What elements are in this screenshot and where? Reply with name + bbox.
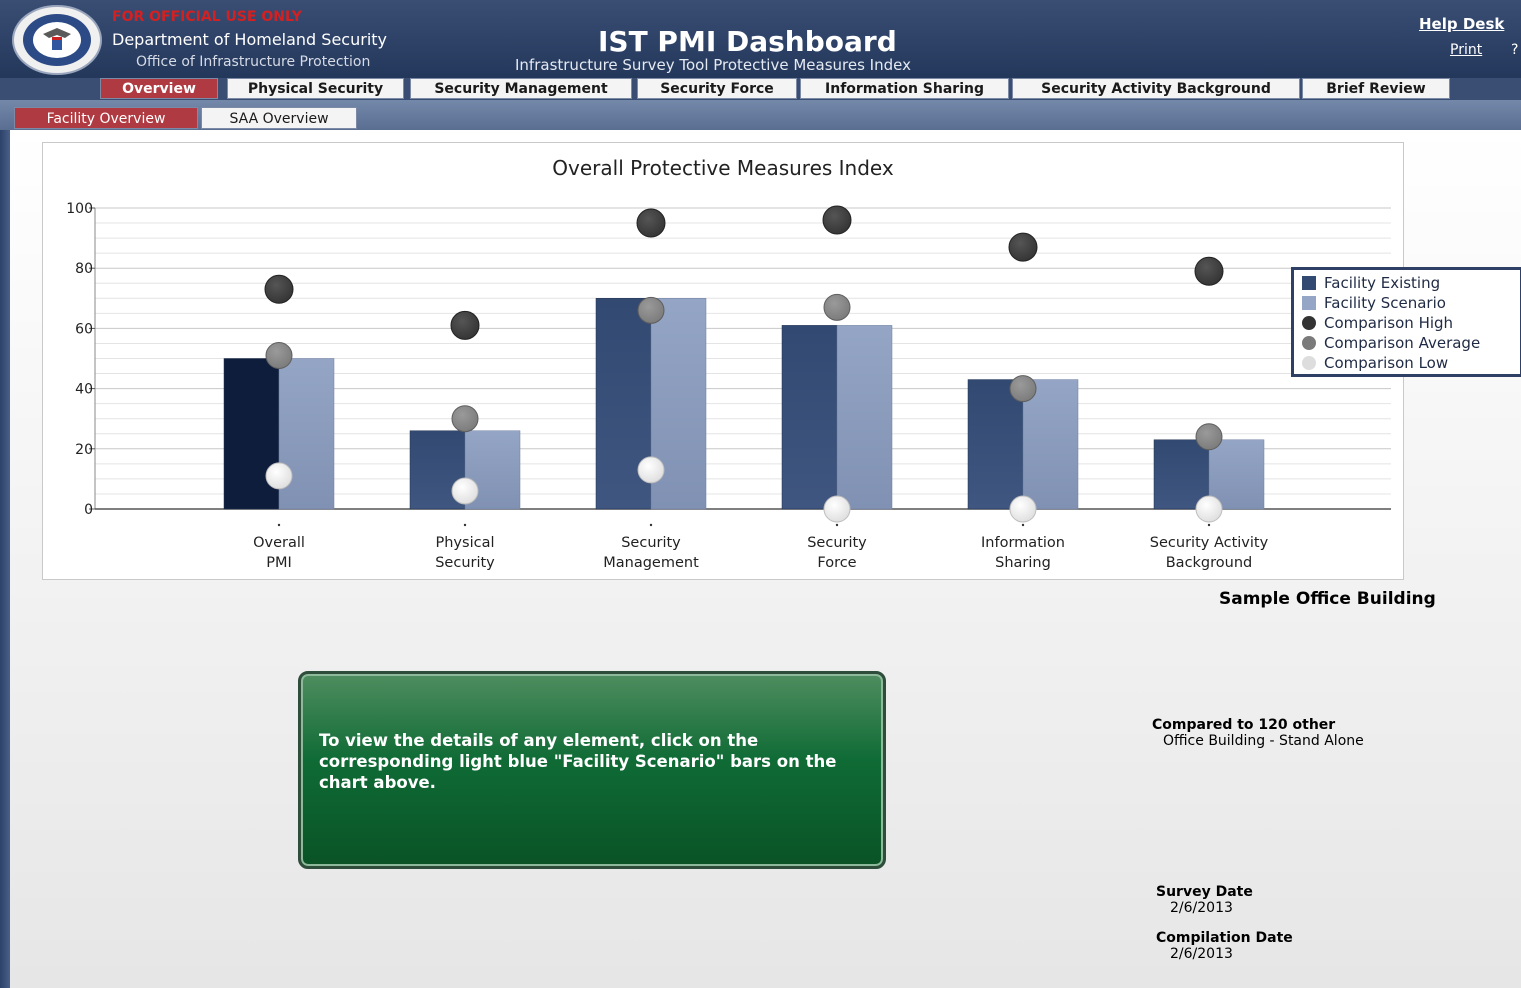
point-comparison-low [1009, 495, 1037, 523]
x-tick-label: Security [807, 535, 867, 551]
bar-facility-scenario [836, 325, 893, 510]
x-tick [835, 523, 839, 527]
legend-swatch [1302, 356, 1316, 370]
point-comparison-high [1194, 256, 1224, 286]
pmi-chart: Overall Protective Measures Index 0 20 40 6… [42, 142, 1404, 580]
legend-label: Facility Scenario [1324, 294, 1446, 312]
tab-brief-review[interactable]: Brief Review [1302, 78, 1450, 99]
point-comparison-high [636, 208, 666, 238]
survey-date-value: 2/6/2013 [1170, 900, 1233, 916]
point-comparison-low [823, 495, 851, 523]
survey-date-label: Survey Date [1156, 884, 1253, 900]
point-comparison-low [1195, 495, 1223, 523]
x-tick-label: Sharing [995, 555, 1051, 571]
compilation-date-value: 2/6/2013 [1170, 946, 1233, 962]
app-header: FOR OFFICIAL USE ONLY Department of Home… [0, 0, 1521, 81]
dhs-seal-icon [12, 5, 102, 75]
y-tick-label: 60 [75, 321, 93, 337]
x-tick-label: Overall [253, 535, 305, 551]
x-tick-label: Security Activity [1150, 535, 1269, 551]
legend-label: Facility Existing [1324, 274, 1441, 292]
classification-banner: FOR OFFICIAL USE ONLY [112, 9, 302, 25]
x-tick-label: Security [435, 555, 495, 571]
x-tick-label: Background [1166, 555, 1253, 571]
main-tab-bar: Overview Physical Security Security Mana… [0, 78, 1521, 100]
instruction-text: To view the details of any element, clic… [319, 731, 837, 792]
legend-label: Comparison Low [1324, 354, 1449, 372]
legend-item: Facility Existing [1302, 273, 1520, 293]
x-tick [1207, 523, 1211, 527]
point-comparison-average [451, 405, 479, 433]
help-icon[interactable]: ? [1511, 42, 1518, 58]
legend-item: Comparison Average [1302, 333, 1520, 353]
legend-label: Comparison High [1324, 314, 1454, 332]
y-tick-label: 40 [75, 382, 93, 398]
compilation-date-label: Compilation Date [1156, 930, 1293, 946]
help-desk-link[interactable]: Help Desk [1419, 15, 1504, 33]
office-name: Office of Infrastructure Protection [136, 54, 371, 70]
y-tick-label: 0 [84, 502, 93, 518]
legend-item: Comparison Low [1302, 353, 1520, 373]
legend-swatch [1302, 296, 1316, 310]
x-tick-label: Security [621, 535, 681, 551]
point-comparison-average [823, 293, 851, 321]
tab-security-management[interactable]: Security Management [410, 78, 632, 99]
subtab-facility-overview[interactable]: Facility Overview [14, 107, 198, 129]
tab-security-activity-background[interactable]: Security Activity Background [1012, 78, 1300, 99]
tab-information-sharing[interactable]: Information Sharing [800, 78, 1009, 99]
y-tick-label: 20 [75, 442, 93, 458]
chart-legend: Facility Existing Facility Scenario Comp… [1291, 267, 1521, 377]
point-comparison-high [1008, 232, 1038, 262]
point-comparison-average [1009, 375, 1037, 403]
point-comparison-average [265, 341, 293, 369]
page-title: IST PMI Dashboard [598, 25, 897, 58]
point-comparison-low [637, 456, 665, 484]
y-tick-label: 100 [66, 201, 93, 217]
x-tick-label: Physical [436, 535, 495, 551]
bar-facility-existing [781, 325, 838, 510]
y-tick-label: 80 [75, 261, 93, 277]
point-comparison-high [450, 310, 480, 340]
point-comparison-high [264, 274, 294, 304]
instruction-panel: To view the details of any element, clic… [298, 671, 886, 869]
point-comparison-low [451, 477, 479, 505]
legend-item: Facility Scenario [1302, 293, 1520, 313]
x-tick [463, 523, 467, 527]
point-comparison-high [822, 205, 852, 235]
subtab-saa-overview[interactable]: SAA Overview [201, 107, 357, 129]
x-tick-label: PMI [266, 555, 292, 571]
facility-name: Sample Office Building [1219, 589, 1436, 609]
x-tick [1021, 523, 1025, 527]
chart-title: Overall Protective Measures Index [552, 156, 894, 180]
pmi-chart-svg: Overall Protective Measures Index 0 20 40 6… [66, 156, 1391, 571]
point-comparison-average [1195, 423, 1223, 451]
tab-security-force[interactable]: Security Force [637, 78, 797, 99]
comparison-label: Compared to 120 other [1152, 717, 1336, 733]
print-link[interactable]: Print [1450, 42, 1482, 58]
x-tick-label: Management [603, 555, 699, 571]
tab-overview[interactable]: Overview [100, 78, 218, 99]
legend-swatch [1302, 336, 1316, 350]
legend-swatch [1302, 316, 1316, 330]
tab-physical-security[interactable]: Physical Security [227, 78, 404, 99]
legend-swatch [1302, 276, 1316, 290]
point-comparison-low [265, 462, 293, 490]
legend-label: Comparison Average [1324, 334, 1481, 352]
x-tick-label: Force [817, 555, 856, 571]
left-frame-border [0, 130, 10, 988]
point-comparison-average [637, 296, 665, 324]
legend-item: Comparison High [1302, 313, 1520, 333]
department-name: Department of Homeland Security [112, 30, 387, 49]
page-subtitle: Infrastructure Survey Tool Protective Me… [515, 56, 911, 74]
x-tick [649, 523, 653, 527]
comparison-value: Office Building - Stand Alone [1163, 733, 1364, 749]
x-tick [277, 523, 281, 527]
x-tick-label: Information [981, 535, 1065, 551]
sub-tab-bar: Facility Overview SAA Overview [0, 100, 1521, 130]
